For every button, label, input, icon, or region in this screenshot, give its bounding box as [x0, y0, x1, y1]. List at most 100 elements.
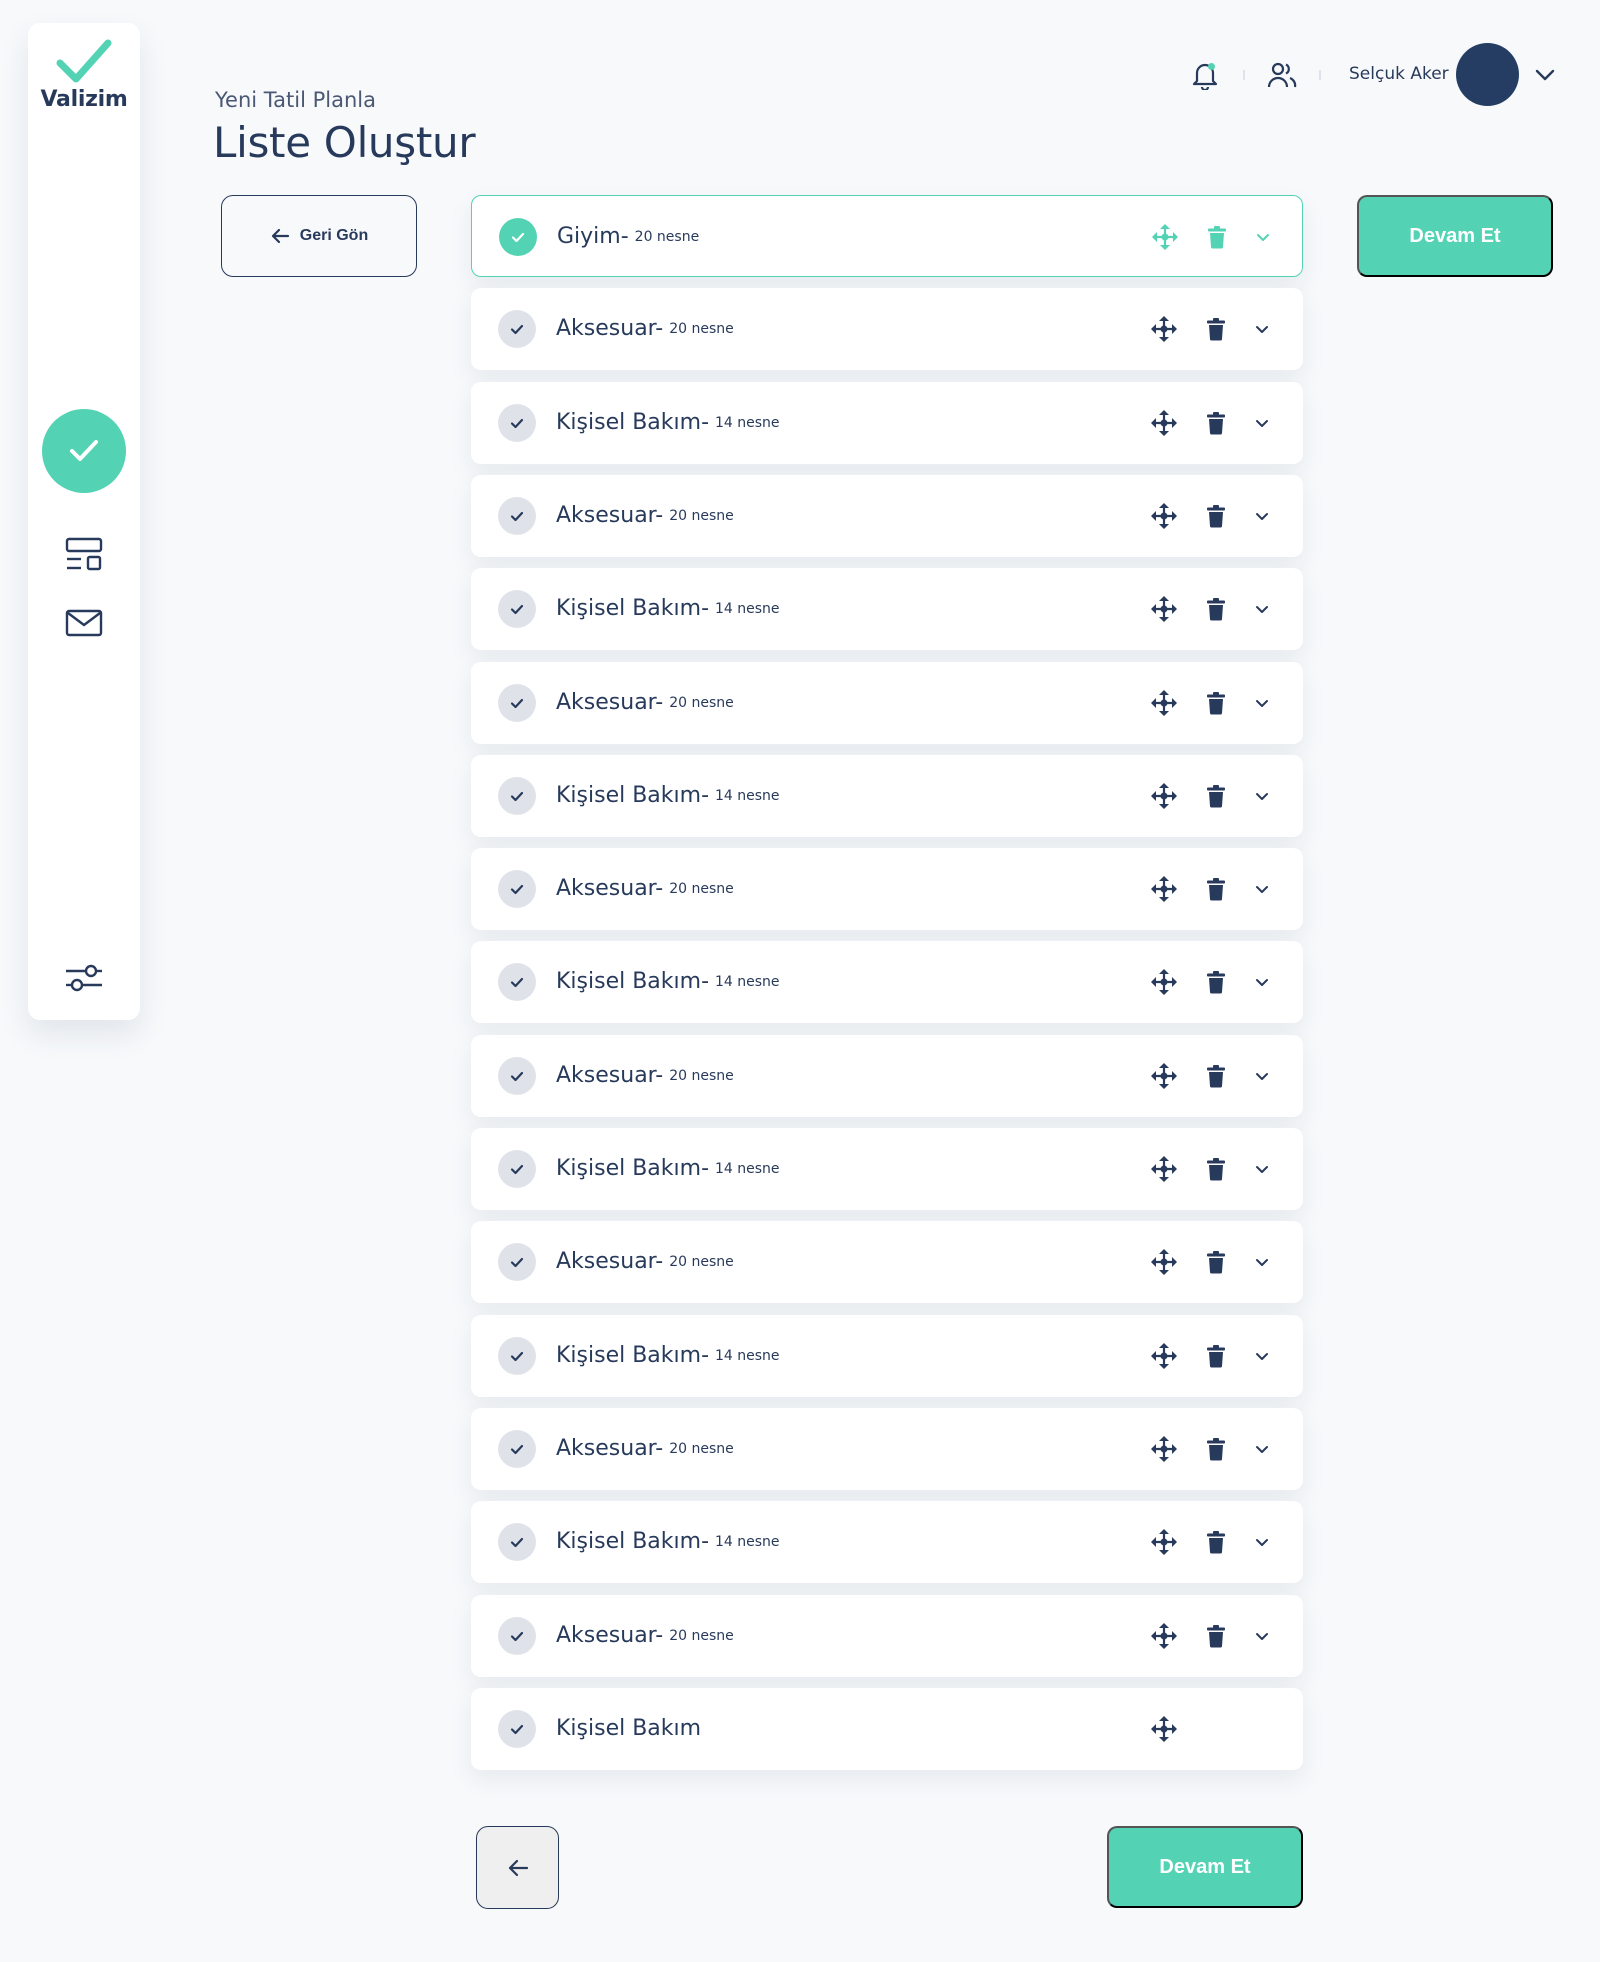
category-check[interactable]	[498, 590, 536, 628]
category-row[interactable]: Aksesuar- 20 nesne	[471, 662, 1303, 744]
category-check[interactable]	[498, 870, 536, 908]
delete-button[interactable]	[1200, 593, 1232, 625]
category-check[interactable]	[498, 1710, 536, 1748]
category-row[interactable]: Aksesuar- 20 nesne	[471, 1595, 1303, 1677]
drag-handle[interactable]	[1148, 1713, 1180, 1745]
drag-handle[interactable]	[1148, 687, 1180, 719]
category-check[interactable]	[498, 310, 536, 348]
category-check[interactable]	[498, 497, 536, 535]
category-row[interactable]: Kişisel Bakım- 14 nesne	[471, 382, 1303, 464]
friends-button[interactable]	[1262, 55, 1302, 95]
delete-button[interactable]	[1200, 500, 1232, 532]
drag-handle[interactable]	[1148, 780, 1180, 812]
drag-handle[interactable]	[1148, 313, 1180, 345]
drag-handle[interactable]	[1148, 1620, 1180, 1652]
user-menu-toggle[interactable]	[1530, 60, 1560, 90]
category-row[interactable]: Kişisel Bakım- 14 nesne	[471, 1501, 1303, 1583]
category-check[interactable]	[498, 1243, 536, 1281]
expand-button[interactable]	[1246, 1526, 1278, 1558]
expand-button[interactable]	[1246, 966, 1278, 998]
avatar[interactable]	[1456, 43, 1519, 106]
back-button[interactable]: Geri Gön	[221, 195, 417, 277]
expand-button[interactable]	[1246, 1433, 1278, 1465]
category-row[interactable]: Giyim- 20 nesne	[471, 195, 1303, 277]
expand-button[interactable]	[1246, 500, 1278, 532]
sidebar-item-lists[interactable]	[42, 409, 126, 493]
delete-button[interactable]	[1200, 873, 1232, 905]
delete-button[interactable]	[1200, 1526, 1232, 1558]
delete-button[interactable]	[1200, 780, 1232, 812]
notifications-button[interactable]	[1185, 55, 1225, 95]
drag-handle[interactable]	[1148, 593, 1180, 625]
category-check[interactable]	[498, 684, 536, 722]
drag-handle[interactable]	[1148, 407, 1180, 439]
drag-handle[interactable]	[1148, 966, 1180, 998]
category-row[interactable]: Aksesuar- 20 nesne	[471, 475, 1303, 557]
drag-handle[interactable]	[1148, 1340, 1180, 1372]
expand-button[interactable]	[1246, 593, 1278, 625]
delete-button[interactable]	[1200, 1060, 1232, 1092]
delete-button[interactable]	[1200, 966, 1232, 998]
user-name[interactable]: Selçuk Aker	[1349, 64, 1449, 84]
category-check[interactable]	[498, 1337, 536, 1375]
expand-button[interactable]	[1247, 221, 1279, 253]
expand-button[interactable]	[1246, 1246, 1278, 1278]
delete-button[interactable]	[1200, 1620, 1232, 1652]
delete-button[interactable]	[1200, 687, 1232, 719]
category-row[interactable]: Kişisel Bakım- 14 nesne	[471, 941, 1303, 1023]
back-icon-button[interactable]	[476, 1826, 559, 1909]
category-row[interactable]: Aksesuar- 20 nesne	[471, 1408, 1303, 1490]
expand-button[interactable]	[1246, 687, 1278, 719]
delete-button[interactable]	[1200, 1340, 1232, 1372]
category-row[interactable]: Kişisel Bakım- 14 nesne	[471, 1128, 1303, 1210]
expand-button[interactable]	[1246, 873, 1278, 905]
category-row[interactable]: Kişisel Bakım- 14 nesne	[471, 568, 1303, 650]
category-row[interactable]: Aksesuar- 20 nesne	[471, 1221, 1303, 1303]
delete-button[interactable]	[1200, 1433, 1232, 1465]
category-check[interactable]	[498, 777, 536, 815]
drag-handle[interactable]	[1148, 1153, 1180, 1185]
category-check[interactable]	[498, 1617, 536, 1655]
category-row[interactable]: Kişisel Bakım- 14 nesne	[471, 1315, 1303, 1397]
category-check[interactable]	[498, 1430, 536, 1468]
drag-handle[interactable]	[1148, 1246, 1180, 1278]
drag-handle[interactable]	[1148, 500, 1180, 532]
drag-handle[interactable]	[1149, 221, 1181, 253]
category-check[interactable]	[499, 218, 537, 256]
delete-button[interactable]	[1200, 1246, 1232, 1278]
category-row[interactable]: Kişisel Bakım- 14 nesne	[471, 755, 1303, 837]
continue-button[interactable]: Devam Et	[1357, 195, 1553, 277]
delete-button[interactable]	[1200, 1153, 1232, 1185]
expand-button[interactable]	[1246, 1340, 1278, 1372]
delete-button[interactable]	[1201, 221, 1233, 253]
expand-button[interactable]	[1246, 1153, 1278, 1185]
category-row[interactable]: Kişisel Bakım	[471, 1688, 1303, 1770]
category-check[interactable]	[498, 1150, 536, 1188]
category-check[interactable]	[498, 963, 536, 1001]
category-check[interactable]	[498, 404, 536, 442]
continue-bottom-button[interactable]: Devam Et	[1107, 1826, 1303, 1908]
category-check[interactable]	[498, 1523, 536, 1561]
expand-button[interactable]	[1246, 1620, 1278, 1652]
delete-button[interactable]	[1200, 407, 1232, 439]
expand-button[interactable]	[1246, 313, 1278, 345]
category-row[interactable]: Aksesuar- 20 nesne	[471, 288, 1303, 370]
drag-handle[interactable]	[1148, 873, 1180, 905]
drag-handle[interactable]	[1148, 1526, 1180, 1558]
drag-handle[interactable]	[1148, 1060, 1180, 1092]
category-title: Aksesuar- 20 nesne	[556, 690, 734, 715]
expand-button[interactable]	[1246, 407, 1278, 439]
delete-button[interactable]	[1200, 313, 1232, 345]
category-check[interactable]	[498, 1057, 536, 1095]
category-name: Aksesuar-	[556, 1436, 664, 1461]
expand-button[interactable]	[1246, 780, 1278, 812]
expand-button[interactable]	[1246, 1060, 1278, 1092]
sidebar-item-settings[interactable]	[64, 958, 104, 998]
drag-handle[interactable]	[1148, 1433, 1180, 1465]
category-title: Kişisel Bakım	[556, 1716, 707, 1741]
logo[interactable]: Valizim	[28, 39, 140, 112]
category-row[interactable]: Aksesuar- 20 nesne	[471, 848, 1303, 930]
category-row[interactable]: Aksesuar- 20 nesne	[471, 1035, 1303, 1117]
sidebar-item-messages[interactable]	[64, 603, 104, 643]
sidebar-item-dashboard[interactable]	[64, 535, 104, 575]
